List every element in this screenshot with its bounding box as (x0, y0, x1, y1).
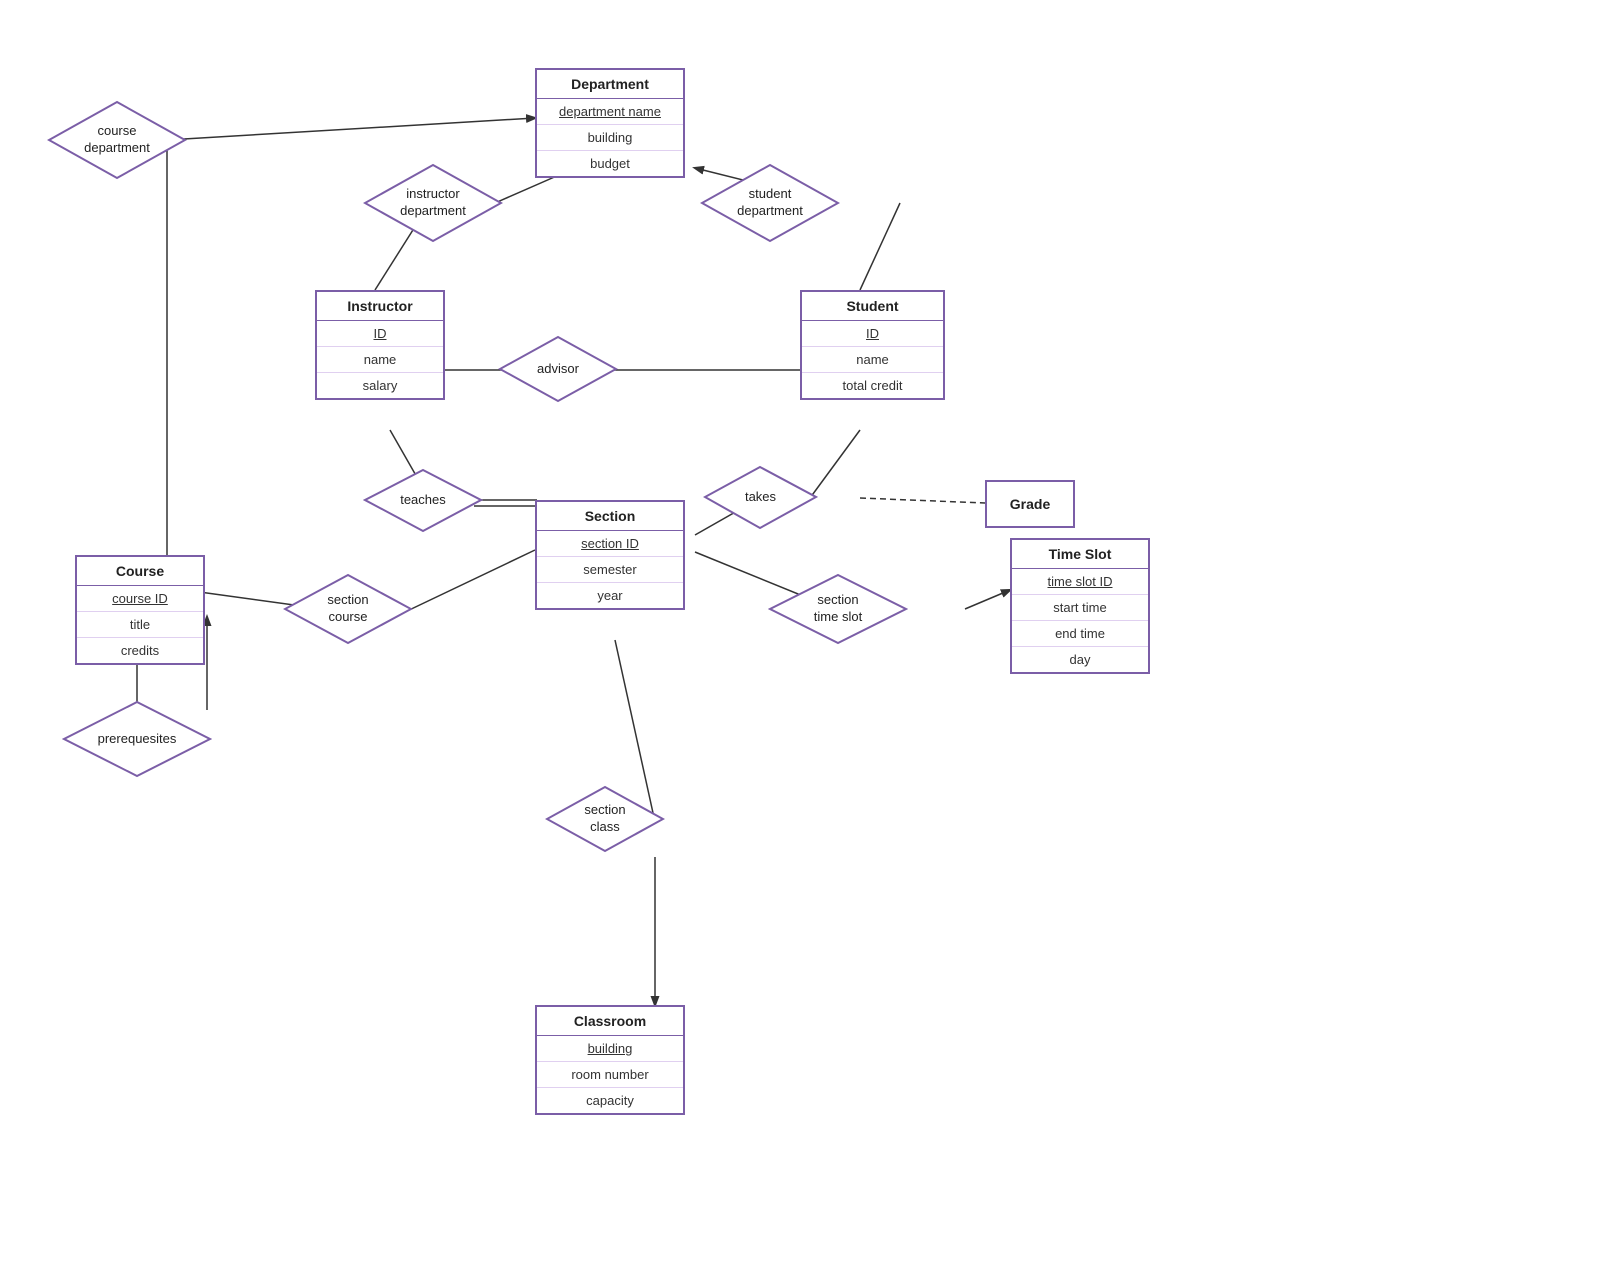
diamond-instructor-department-label: instructordepartment (400, 186, 466, 220)
entity-department-attr-budget: budget (537, 151, 683, 176)
entity-section-attr-semester: semester (537, 557, 683, 583)
entity-timeslot-attr-day: day (1012, 647, 1148, 672)
diamond-instructor-department: instructordepartment (363, 163, 503, 243)
entity-department: Department department name building budg… (535, 68, 685, 178)
diamond-prerequesites-label: prerequesites (98, 731, 177, 748)
diamond-course-department-label: coursedepartment (84, 123, 150, 157)
diamond-teaches: teaches (363, 468, 483, 533)
diamond-prerequesites: prerequesites (62, 700, 212, 778)
diamond-section-class: sectionclass (545, 785, 665, 853)
diamond-student-department-label: studentdepartment (737, 186, 803, 220)
er-diagram: Department department name building budg… (0, 0, 1600, 1280)
entity-course-title: Course (77, 557, 203, 586)
entity-grade-title: Grade (987, 490, 1073, 518)
diamond-section-timeslot-label: sectiontime slot (814, 592, 862, 626)
entity-grade: Grade (985, 480, 1075, 528)
entity-student-attr-name: name (802, 347, 943, 373)
diamond-takes-label: takes (745, 489, 776, 506)
entity-section-attr-id: section ID (537, 531, 683, 557)
entity-classroom-attr-building: building (537, 1036, 683, 1062)
diamond-section-course-label: sectioncourse (327, 592, 368, 626)
diamond-advisor-label: advisor (537, 361, 579, 378)
entity-instructor-attr-salary: salary (317, 373, 443, 398)
entity-department-title: Department (537, 70, 683, 99)
entity-course-attr-credits: credits (77, 638, 203, 663)
diamond-section-class-label: sectionclass (584, 802, 625, 836)
entity-department-attr-building: building (537, 125, 683, 151)
entity-instructor-attr-name: name (317, 347, 443, 373)
entity-course: Course course ID title credits (75, 555, 205, 665)
entity-course-attr-title: title (77, 612, 203, 638)
entity-classroom: Classroom building room number capacity (535, 1005, 685, 1115)
diamond-takes: takes (703, 465, 818, 530)
diamond-course-department: coursedepartment (47, 100, 187, 180)
diamond-student-department: studentdepartment (700, 163, 840, 243)
entity-classroom-attr-roomno: room number (537, 1062, 683, 1088)
entity-classroom-title: Classroom (537, 1007, 683, 1036)
entity-timeslot-attr-id: time slot ID (1012, 569, 1148, 595)
entity-timeslot: Time Slot time slot ID start time end ti… (1010, 538, 1150, 674)
entity-student-attr-totalcredit: total credit (802, 373, 943, 398)
entity-section: Section section ID semester year (535, 500, 685, 610)
diamond-teaches-label: teaches (400, 492, 446, 509)
entity-student-attr-id: ID (802, 321, 943, 347)
entity-section-title: Section (537, 502, 683, 531)
diamond-advisor: advisor (498, 335, 618, 403)
entity-instructor-title: Instructor (317, 292, 443, 321)
entity-classroom-attr-capacity: capacity (537, 1088, 683, 1113)
diamond-section-course: sectioncourse (283, 573, 413, 645)
entity-timeslot-title: Time Slot (1012, 540, 1148, 569)
entity-instructor: Instructor ID name salary (315, 290, 445, 400)
entity-section-attr-year: year (537, 583, 683, 608)
entity-department-attr-name: department name (537, 99, 683, 125)
entity-student: Student ID name total credit (800, 290, 945, 400)
entity-instructor-attr-id: ID (317, 321, 443, 347)
entity-student-title: Student (802, 292, 943, 321)
entity-timeslot-attr-end: end time (1012, 621, 1148, 647)
diamond-section-timeslot: sectiontime slot (768, 573, 908, 645)
entity-timeslot-attr-start: start time (1012, 595, 1148, 621)
entity-course-attr-id: course ID (77, 586, 203, 612)
